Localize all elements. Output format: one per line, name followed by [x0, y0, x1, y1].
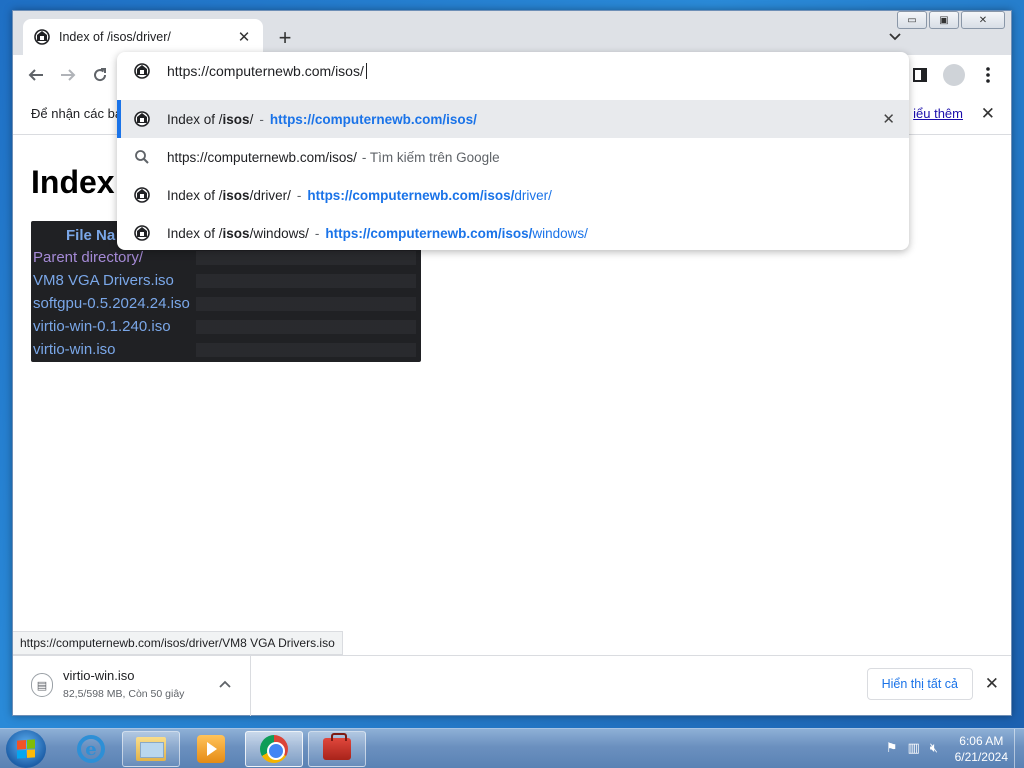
file-link[interactable]: VM8 VGA Drivers.iso — [33, 272, 190, 295]
maximize-button[interactable]: ▣ — [929, 11, 959, 29]
show-desktop-button[interactable] — [1014, 729, 1024, 768]
chevron-up-icon[interactable] — [219, 676, 231, 691]
taskbar-file-explorer[interactable] — [122, 731, 180, 767]
reload-icon — [94, 68, 107, 82]
separator: - — [296, 187, 302, 203]
download-shelf: ▤ virtio-win.iso 82,5/598 MB, Còn 50 giâ… — [13, 655, 1011, 716]
separator: - — [314, 225, 320, 241]
search-icon — [135, 150, 149, 164]
reload-button[interactable] — [87, 62, 113, 88]
suggestion-query: https://computernewb.com/isos/ — [167, 149, 357, 165]
site-icon — [134, 187, 150, 203]
folder-icon — [136, 737, 166, 761]
menu-button[interactable] — [975, 62, 1001, 88]
profile-button[interactable] — [941, 62, 967, 88]
avatar — [943, 64, 965, 86]
file-icon: ▤ — [31, 673, 53, 697]
text-caret — [365, 63, 367, 79]
forward-arrow-icon — [61, 69, 76, 81]
chrome-icon — [260, 735, 288, 763]
info-bar-close-icon[interactable]: ✕ — [981, 104, 995, 124]
address-bar-input[interactable]: https://computernewb.com/isos/ — [117, 52, 909, 90]
window-controls: ▭ ▣ ✕ — [897, 11, 1005, 29]
separator: - — [259, 111, 264, 127]
page-title: Index — [31, 164, 115, 200]
forward-button[interactable] — [55, 62, 81, 88]
windows-logo-icon — [17, 739, 35, 759]
taskbar-media-player[interactable] — [182, 731, 240, 767]
status-bar-url: https://computernewb.com/isos/driver/VM8… — [13, 631, 343, 655]
internet-explorer-icon: e — [77, 735, 105, 763]
close-window-button[interactable]: ✕ — [961, 11, 1005, 29]
site-info-icon[interactable] — [133, 62, 151, 80]
taskbar-chrome[interactable] — [245, 731, 303, 767]
suggestion-url: https://computernewb.com/isos/windows/ — [325, 225, 588, 241]
new-tab-button[interactable]: + — [271, 24, 299, 52]
side-panel-icon — [913, 68, 927, 82]
show-all-downloads-button[interactable]: Hiển thị tất cả — [866, 668, 973, 700]
file-link-parent[interactable]: Parent directory/ — [33, 249, 190, 272]
taskbar: e ⚑ ▥ 🔇︎ 6:06 AM 6/21/2024 — [0, 728, 1024, 768]
download-progress-text: 82,5/598 MB, Còn 50 giây — [63, 688, 185, 700]
file-link[interactable]: virtio-win.iso — [33, 341, 190, 364]
download-file-name: virtio-win.iso — [63, 668, 135, 683]
file-list: Parent directory/ VM8 VGA Drivers.iso so… — [33, 249, 190, 364]
start-button[interactable] — [6, 730, 46, 768]
info-bar-text: Để nhận các bả — [31, 106, 123, 121]
kebab-menu-icon — [986, 67, 990, 83]
column-header-file-name[interactable]: File Na — [66, 227, 115, 244]
suggestion-search-hint: - Tìm kiếm trên Google — [361, 149, 500, 165]
omnibox-dropdown: https://computernewb.com/isos/ Index of … — [117, 52, 909, 250]
back-arrow-icon — [28, 69, 43, 81]
suggestion-item[interactable]: https://computernewb.com/isos/ - Tìm kiế… — [117, 138, 909, 176]
tab-title: Index of /isos/driver/ — [59, 30, 171, 44]
suggestion-title: Index of /isos/ — [167, 111, 254, 127]
tab-strip: Index of /isos/driver/ ✕ + ▭ ▣ ✕ — [13, 11, 1011, 55]
download-item[interactable]: ▤ virtio-win.iso 82,5/598 MB, Còn 50 giâ… — [13, 656, 251, 716]
back-button[interactable] — [23, 62, 49, 88]
media-player-icon — [197, 735, 225, 763]
taskbar-internet-explorer[interactable]: e — [62, 731, 120, 767]
remove-suggestion-icon[interactable]: ✕ — [882, 110, 895, 128]
suggestion-item[interactable]: Index of /isos/windows/ - https://comput… — [117, 214, 909, 252]
suggestion-title: Index of /isos/windows/ — [167, 225, 309, 241]
system-tray: ⚑ ▥ 🔇︎ — [886, 740, 938, 756]
suggestion-title: Index of /isos/driver/ — [167, 187, 291, 203]
site-icon — [134, 225, 150, 241]
clock[interactable]: 6:06 AM 6/21/2024 — [955, 733, 1008, 765]
side-panel-button[interactable] — [907, 62, 933, 88]
network-icon[interactable]: ▥ — [908, 740, 920, 756]
taskbar-toolbox-app[interactable] — [308, 731, 366, 767]
address-bar-text: https://computernewb.com/isos/ — [167, 63, 364, 79]
suggestion-url: https://computernewb.com/isos/ — [269, 111, 477, 127]
site-icon — [134, 111, 150, 127]
site-favicon-icon — [34, 29, 50, 45]
minimize-button[interactable]: ▭ — [897, 11, 927, 29]
toolbar-right — [907, 62, 1001, 88]
tab-search-chevron-icon[interactable] — [885, 27, 905, 47]
file-link[interactable]: softgpu-0.5.2024.24.iso — [33, 295, 190, 318]
suggestion-item[interactable]: Index of /isos/driver/ - https://compute… — [117, 176, 909, 214]
file-link[interactable]: virtio-win-0.1.240.iso — [33, 318, 190, 341]
download-shelf-close-icon[interactable]: ✕ — [985, 674, 999, 694]
clock-time: 6:06 AM — [959, 734, 1004, 748]
suggestion-url: https://computernewb.com/isos/driver/ — [307, 187, 552, 203]
tab-active[interactable]: Index of /isos/driver/ ✕ — [23, 19, 263, 55]
browser-window: Index of /isos/driver/ ✕ + ▭ ▣ ✕ Để nhận… — [12, 10, 1012, 716]
suggestion-item[interactable]: Index of /isos/ - https://computernewb.c… — [117, 100, 909, 138]
clock-date: 6/21/2024 — [954, 750, 1008, 764]
tab-close-icon[interactable]: ✕ — [235, 28, 253, 46]
toolbox-icon — [323, 733, 351, 760]
learn-more-link[interactable]: iểu thêm — [913, 106, 963, 121]
table-details-columns — [196, 251, 416, 359]
volume-muted-icon[interactable]: 🔇︎ — [930, 740, 938, 756]
action-center-flag-icon[interactable]: ⚑ — [886, 740, 898, 756]
